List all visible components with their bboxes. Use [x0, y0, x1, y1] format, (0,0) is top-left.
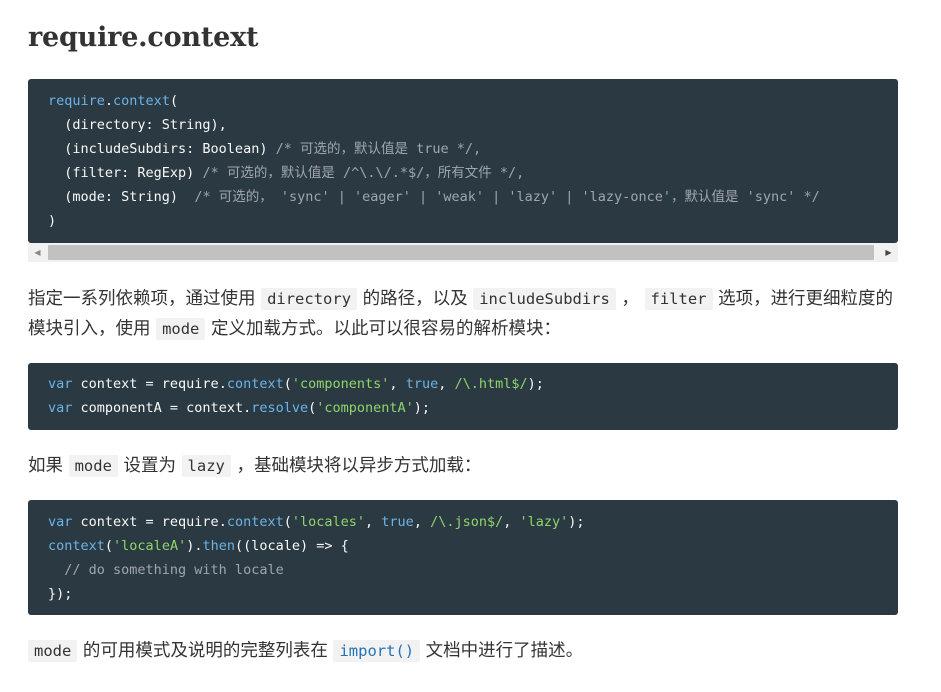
inline-code: lazy	[181, 455, 231, 477]
code-line: (filter: RegExp)	[48, 165, 203, 181]
code-comment: /* 可选的，默认值是 /^\.\/.*$/，所有文件 */,	[202, 165, 525, 181]
inline-code: mode	[68, 455, 118, 477]
doc-page: require.context require.context( (direct…	[0, 0, 941, 692]
paragraph-modes-note: mode 的可用模式及说明的完整列表在 import() 文档中进行了描述。	[28, 636, 898, 666]
code-comment: /* 可选的，默认值是 true */,	[275, 141, 482, 157]
code-block-example-1: var context = require.context('component…	[28, 363, 898, 430]
code-line: (includeSubdirs: Boolean)	[48, 141, 276, 157]
code-comment: // do something with locale	[48, 562, 284, 578]
paragraph-lazy-mode: 如果 mode 设置为 lazy ，基础模块将以异步方式加载：	[28, 455, 482, 477]
code-example-2: var context = require.context('locales',…	[48, 514, 585, 602]
import-doc-link[interactable]: import()	[333, 640, 421, 662]
paragraph-description: 指定一系列依赖项，通过使用 directory 的路径，以及 includeSu…	[28, 288, 894, 340]
horizontal-scrollbar[interactable]: ◀ ▶	[28, 243, 898, 262]
inline-code: filter	[644, 288, 713, 310]
page-title: require.context	[28, 22, 259, 53]
inline-code: mode	[28, 640, 78, 662]
scroll-left-arrow-icon[interactable]: ◀	[28, 243, 47, 262]
code-line: (directory: String),	[48, 117, 227, 133]
code-signature: require.context( (directory: String), (i…	[48, 93, 820, 229]
inline-code: mode	[156, 318, 206, 340]
code-block-signature: require.context( (directory: String), (i…	[28, 79, 898, 243]
scrollbar-thumb[interactable]	[48, 245, 874, 260]
code-line: )	[48, 213, 57, 229]
scroll-right-arrow-icon[interactable]: ▶	[879, 243, 898, 262]
code-comment: /* 可选的， 'sync' | 'eager' | 'weak' | 'laz…	[194, 189, 820, 205]
inline-code: directory	[261, 288, 358, 310]
code-token: require	[48, 93, 105, 109]
code-line: (mode: String)	[48, 189, 195, 205]
inline-code: includeSubdirs	[473, 288, 616, 310]
code-example-1: var context = require.context('component…	[48, 376, 544, 416]
code-block-example-2: var context = require.context('locales',…	[28, 500, 898, 615]
